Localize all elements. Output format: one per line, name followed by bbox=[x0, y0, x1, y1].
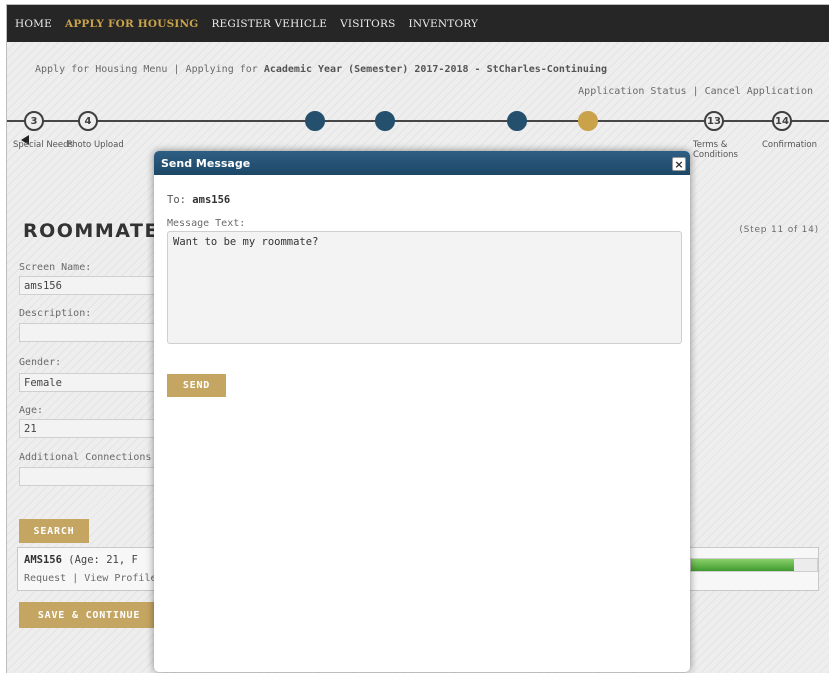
nav-inventory[interactable]: INVENTORY bbox=[408, 18, 478, 30]
send-button[interactable]: SEND bbox=[167, 374, 226, 397]
additional-connections-input[interactable] bbox=[19, 467, 159, 486]
application-breadcrumb: Apply for Housing Menu | Applying for Ac… bbox=[35, 64, 607, 75]
step-4[interactable]: 4 bbox=[78, 111, 98, 131]
nav-visitors[interactable]: VISITORS bbox=[340, 18, 395, 30]
screen-name-label: Screen Name: bbox=[19, 262, 92, 273]
nav-apply-for-housing[interactable]: APPLY FOR HOUSING bbox=[65, 18, 198, 30]
step-current[interactable] bbox=[578, 111, 598, 131]
request-link[interactable]: Request bbox=[24, 573, 66, 584]
compatibility-meter bbox=[690, 558, 818, 572]
view-profile-link[interactable]: View Profile bbox=[84, 573, 156, 584]
step-label-confirmation: Confirmation bbox=[762, 140, 817, 150]
step-label-photo-upload: Photo Upload bbox=[67, 140, 124, 150]
additional-connections-label: Additional Connections bbox=[19, 452, 152, 463]
gender-label: Gender: bbox=[19, 357, 62, 368]
send-message-dialog: Send Message × To: ams156 Message Text: … bbox=[154, 151, 690, 672]
step-3[interactable]: 3 bbox=[24, 111, 44, 131]
dialog-title: Send Message bbox=[161, 156, 251, 170]
message-text-label: Message Text: bbox=[167, 218, 246, 229]
application-status-link[interactable]: Application Status bbox=[578, 86, 686, 97]
application-links: Application Status | Cancel Application bbox=[578, 86, 813, 97]
result-meta: (Age: 21, F bbox=[68, 554, 138, 566]
message-textarea[interactable]: Want to be my roommate? bbox=[167, 231, 682, 344]
step-dot[interactable] bbox=[375, 111, 395, 131]
step-13[interactable]: 13 bbox=[704, 111, 724, 131]
step-indicator: (Step 11 of 14) bbox=[739, 225, 819, 235]
compatibility-meter-fill bbox=[691, 559, 795, 571]
top-navigation: HOME APPLY FOR HOUSING REGISTER VEHICLE … bbox=[7, 5, 829, 42]
nav-home[interactable]: HOME bbox=[15, 18, 52, 30]
step-label-special-needs: Special Needs bbox=[13, 140, 73, 150]
search-button[interactable]: SEARCH bbox=[19, 519, 89, 543]
page-content: Apply for Housing Menu | Applying for Ac… bbox=[7, 42, 829, 673]
screen-name-input[interactable]: ams156 bbox=[19, 276, 159, 295]
age-input[interactable]: 21 bbox=[19, 419, 159, 438]
result-name: AMS156 bbox=[24, 554, 62, 566]
recipient-line: To: ams156 bbox=[167, 194, 231, 206]
step-14[interactable]: 14 bbox=[772, 111, 792, 131]
applying-term: Academic Year (Semester) 2017-2018 - StC… bbox=[263, 64, 607, 75]
recipient-name: ams156 bbox=[192, 194, 231, 206]
age-label: Age: bbox=[19, 405, 44, 416]
browser-viewport: HOME APPLY FOR HOUSING REGISTER VEHICLE … bbox=[6, 4, 829, 673]
cancel-application-link[interactable]: Cancel Application bbox=[705, 86, 813, 97]
close-icon[interactable]: × bbox=[672, 157, 686, 171]
nav-register-vehicle[interactable]: REGISTER VEHICLE bbox=[211, 18, 327, 30]
step-label-terms: Terms & Conditions bbox=[693, 140, 738, 160]
description-input[interactable] bbox=[19, 323, 159, 342]
dialog-header: Send Message × bbox=[154, 151, 690, 175]
gender-select[interactable]: Female bbox=[19, 373, 159, 392]
step-dot[interactable] bbox=[305, 111, 325, 131]
step-dot[interactable] bbox=[507, 111, 527, 131]
save-continue-button[interactable]: SAVE & CONTINUE bbox=[19, 602, 159, 628]
housing-menu-link[interactable]: Apply for Housing Menu bbox=[35, 64, 167, 75]
description-label: Description: bbox=[19, 308, 92, 319]
